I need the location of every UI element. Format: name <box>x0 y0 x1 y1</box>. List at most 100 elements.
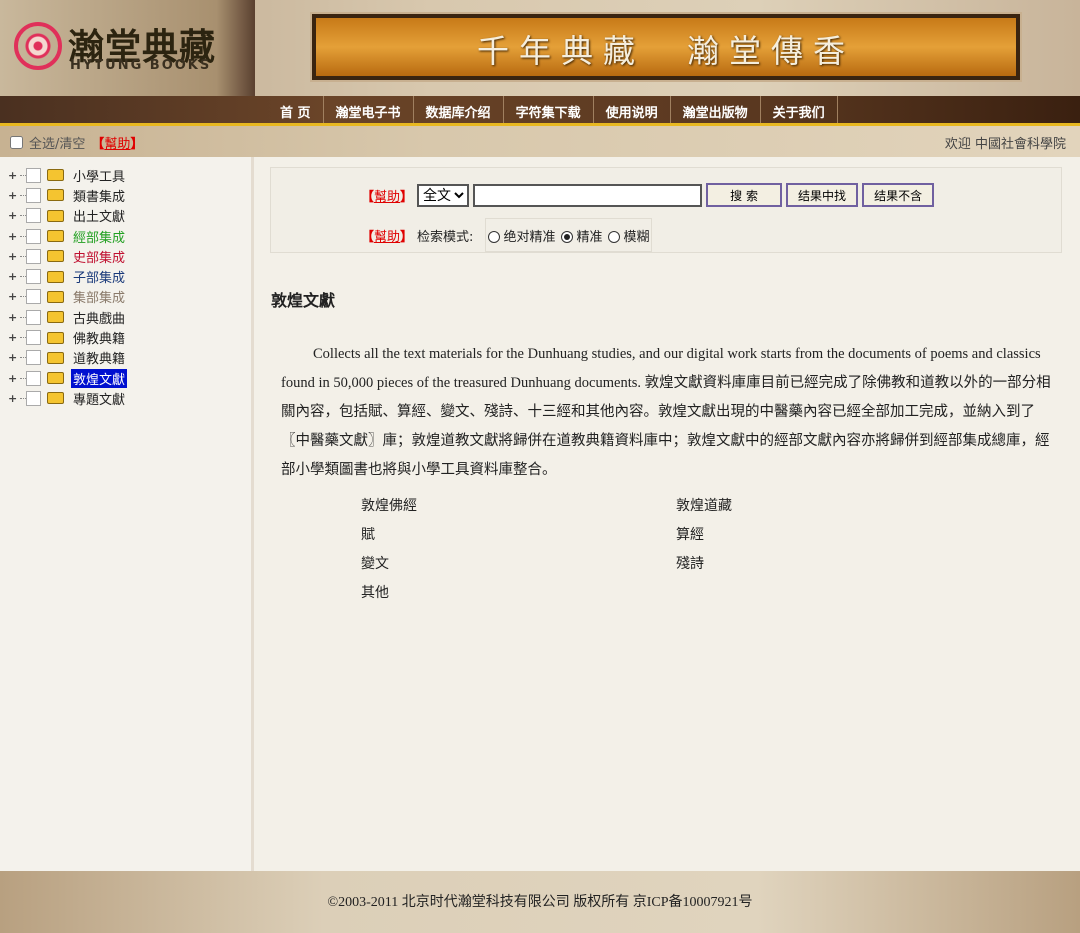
tree-checkbox[interactable] <box>26 208 41 224</box>
search-button[interactable]: 搜 索 <box>706 183 783 207</box>
sub-link[interactable]: 敦煌道藏 <box>676 495 876 515</box>
mode-radio-group: 绝对精准 精准 模糊 <box>485 218 653 252</box>
main-nav: 首 页 瀚堂电子书 数据库介绍 字符集下载 使用说明 瀚堂出版物 关于我们 <box>0 96 1080 126</box>
tree-item[interactable]: + 子部集成 <box>8 266 251 286</box>
tree-item[interactable]: + 道教典籍 <box>8 348 251 368</box>
search-help-link[interactable]: 【幫助】 <box>361 186 413 205</box>
description: Collects all the text materials for the … <box>281 346 1051 478</box>
tree-item[interactable]: + 佛教典籍 <box>8 327 251 347</box>
tree-checkbox[interactable] <box>26 248 41 264</box>
folder-icon <box>47 169 64 182</box>
tree-label[interactable]: 類書集成 <box>71 186 127 205</box>
tree-item[interactable]: + 史部集成 <box>8 246 251 266</box>
tree-label[interactable]: 道教典籍 <box>71 348 127 367</box>
folder-icon <box>47 230 64 243</box>
tree-item[interactable]: + 敦煌文獻 <box>8 368 251 388</box>
search-input[interactable] <box>473 183 703 207</box>
tree-label[interactable]: 集部集成 <box>71 287 127 306</box>
tree-checkbox[interactable] <box>26 350 41 366</box>
nav-publications[interactable]: 瀚堂出版物 <box>671 96 761 123</box>
tree-label[interactable]: 史部集成 <box>71 247 127 266</box>
folder-icon <box>47 351 64 364</box>
folder-icon <box>47 189 64 202</box>
mode-exact[interactable]: 绝对精准 <box>488 226 555 245</box>
help-link[interactable]: 【幫助】 <box>91 133 143 152</box>
tree-item[interactable]: + 小學工具 <box>8 165 251 185</box>
nav-database-intro[interactable]: 数据库介绍 <box>414 96 504 123</box>
tree-checkbox[interactable] <box>26 167 41 183</box>
select-all-label: 全选/清空 <box>29 137 86 152</box>
mode-precise[interactable]: 精准 <box>561 226 602 245</box>
tree-label[interactable]: 古典戲曲 <box>71 308 127 327</box>
folder-icon <box>47 209 64 222</box>
expand-icon[interactable]: + <box>8 351 20 364</box>
tree-label[interactable]: 專題文獻 <box>71 389 127 408</box>
main-content: 【幫助】 全文 搜 索 结果中找 结果不含 【幫助】 检索模式: 绝对精准 精准… <box>257 157 1080 871</box>
expand-icon[interactable]: + <box>8 169 20 182</box>
folder-icon <box>47 311 64 324</box>
logo-seal-icon <box>14 22 62 70</box>
expand-icon[interactable]: + <box>8 250 20 263</box>
tree-checkbox[interactable] <box>26 187 41 203</box>
nav-about[interactable]: 关于我们 <box>761 96 838 123</box>
search-within-button[interactable]: 结果中找 <box>786 183 859 207</box>
sub-link[interactable]: 賦 <box>361 524 676 544</box>
tree-checkbox[interactable] <box>26 289 41 305</box>
tree-checkbox[interactable] <box>26 330 41 346</box>
folder-icon <box>47 392 64 405</box>
nav-home[interactable]: 首 页 <box>268 96 324 123</box>
category-tree: + 小學工具 + 類書集成 + 出土文獻 + 經部集成 + 史部集成 + 子部集成 + 集部集成 + 古典戲曲… <box>8 165 251 409</box>
folder-icon <box>47 331 64 344</box>
nav-ebooks[interactable]: 瀚堂电子书 <box>324 96 414 123</box>
logo-en: HYTUNG BOOKS <box>70 58 212 73</box>
expand-icon[interactable]: + <box>8 270 20 283</box>
tree-label[interactable]: 佛教典籍 <box>71 328 127 347</box>
exclude-results-button[interactable]: 结果不含 <box>862 183 935 207</box>
logo[interactable]: 瀚堂典藏 HYTUNG BOOKS <box>0 0 255 96</box>
tree-label[interactable]: 經部集成 <box>71 227 127 246</box>
tree-label[interactable]: 子部集成 <box>71 267 127 286</box>
banner: 瀚堂典藏 HYTUNG BOOKS 千年典藏 瀚堂傳香 <box>0 0 1080 96</box>
mode-fuzzy[interactable]: 模糊 <box>608 226 649 245</box>
tree-checkbox[interactable] <box>26 390 41 406</box>
copyright: ©2003-2011 北京时代瀚堂科技有限公司 版权所有 京ICP备100079… <box>327 895 753 910</box>
mode-help-link[interactable]: 【幫助】 <box>361 226 413 245</box>
sub-bar: 全选/清空 【幫助】 欢迎 中國社會科學院 <box>0 126 1080 157</box>
welcome-text: 欢迎 中國社會科學院 <box>944 137 1066 152</box>
tree-label[interactable]: 敦煌文獻 <box>71 368 128 388</box>
nav-usage[interactable]: 使用说明 <box>594 96 671 123</box>
sub-link[interactable]: 變文 <box>361 553 676 573</box>
tree-item[interactable]: + 出土文獻 <box>8 206 251 226</box>
tree-item[interactable]: + 集部集成 <box>8 287 251 307</box>
expand-icon[interactable]: + <box>8 372 20 385</box>
sub-link[interactable]: 殘詩 <box>676 553 876 573</box>
expand-icon[interactable]: + <box>8 311 20 324</box>
expand-icon[interactable]: + <box>8 392 20 405</box>
expand-icon[interactable]: + <box>8 189 20 202</box>
tree-checkbox[interactable] <box>26 228 41 244</box>
expand-icon[interactable]: + <box>8 209 20 222</box>
sub-link[interactable]: 其他 <box>361 582 676 602</box>
search-panel: 【幫助】 全文 搜 索 结果中找 结果不含 【幫助】 检索模式: 绝对精准 精准… <box>270 167 1062 253</box>
select-all-checkbox[interactable] <box>10 136 23 149</box>
slogan: 千年典藏 瀚堂傳香 <box>476 32 855 70</box>
nav-charset-download[interactable]: 字符集下载 <box>504 96 594 123</box>
tree-item[interactable]: + 經部集成 <box>8 226 251 246</box>
scope-select[interactable]: 全文 <box>417 183 470 207</box>
sidebar: + 小學工具 + 類書集成 + 出土文獻 + 經部集成 + 史部集成 + 子部集成 + 集部集成 + 古典戲曲… <box>0 157 254 871</box>
expand-icon[interactable]: + <box>8 230 20 243</box>
folder-icon <box>47 372 64 385</box>
page-title: 敦煌文獻 <box>271 291 336 310</box>
tree-checkbox[interactable] <box>26 370 41 386</box>
sub-link[interactable]: 敦煌佛經 <box>361 495 676 515</box>
tree-checkbox[interactable] <box>26 309 41 325</box>
tree-checkbox[interactable] <box>26 269 41 285</box>
sub-link[interactable]: 算經 <box>676 524 876 544</box>
expand-icon[interactable]: + <box>8 290 20 303</box>
tree-item[interactable]: + 古典戲曲 <box>8 307 251 327</box>
tree-label[interactable]: 小學工具 <box>71 166 127 185</box>
tree-label[interactable]: 出土文獻 <box>71 206 127 225</box>
tree-item[interactable]: + 類書集成 <box>8 185 251 205</box>
expand-icon[interactable]: + <box>8 331 20 344</box>
tree-item[interactable]: + 專題文獻 <box>8 388 251 408</box>
